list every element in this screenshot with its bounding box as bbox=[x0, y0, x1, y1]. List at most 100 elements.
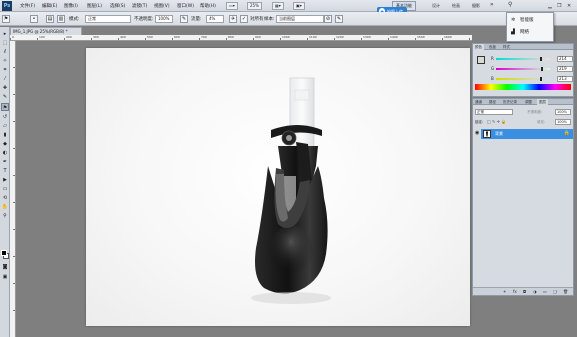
tab-color[interactable]: 颜色 bbox=[473, 44, 484, 50]
blur-tool-icon[interactable]: ◆ bbox=[1, 140, 9, 148]
quick-select-tool-icon[interactable]: ✧ bbox=[1, 57, 9, 65]
fill-input[interactable]: 100% bbox=[555, 119, 571, 125]
red-slider[interactable] bbox=[496, 57, 550, 61]
extras-icon[interactable]: ▣▾ bbox=[293, 2, 305, 10]
new-layer-icon[interactable]: ❑ bbox=[553, 289, 557, 294]
blue-value-input[interactable]: 213 bbox=[557, 76, 573, 82]
blend-mode-select[interactable]: 正常 bbox=[475, 109, 513, 115]
pressure-opacity-icon[interactable]: ✎ bbox=[180, 15, 188, 23]
gradient-tool-icon[interactable]: ▮ bbox=[1, 131, 9, 139]
blue-slider-knob[interactable] bbox=[539, 77, 542, 81]
workspace-tab-painting[interactable]: 绘画 bbox=[452, 3, 460, 9]
green-slider[interactable] bbox=[496, 67, 550, 71]
workspace-tab-photography[interactable]: 摄影 bbox=[472, 3, 480, 9]
tab-channels[interactable]: 通道 bbox=[473, 99, 484, 105]
ruler-number: 1600 bbox=[444, 35, 452, 39]
toggle-clone-source-icon[interactable]: ▥ bbox=[57, 15, 65, 23]
ignore-adjustment-icon[interactable]: ⊘ bbox=[324, 15, 332, 23]
red-value-input[interactable]: 214 bbox=[557, 56, 573, 62]
shoe-photo bbox=[251, 77, 331, 304]
menu-help[interactable]: 帮助(H) bbox=[200, 3, 216, 9]
foreground-color-swatch[interactable] bbox=[1, 250, 7, 256]
popup-item-network[interactable]: ▟ 网络 bbox=[511, 29, 529, 35]
color-spectrum-bar[interactable] bbox=[475, 84, 571, 90]
3d-rotate-tool-icon[interactable]: ⟲ bbox=[1, 194, 9, 202]
green-slider-knob[interactable] bbox=[540, 67, 543, 71]
delete-layer-icon[interactable]: 🗑 bbox=[563, 289, 568, 294]
blue-slider[interactable] bbox=[496, 77, 550, 81]
aligned-checkbox[interactable]: ✓ bbox=[240, 15, 248, 23]
menu-select[interactable]: 选择(S) bbox=[110, 3, 125, 9]
menu-window[interactable]: 窗口(W) bbox=[177, 3, 194, 9]
restore-icon[interactable]: ❐ bbox=[557, 3, 561, 9]
close-icon[interactable]: ✕ bbox=[567, 3, 571, 9]
crop-tool-icon[interactable]: ⌗ bbox=[1, 66, 9, 74]
layer-row-background[interactable]: 背景 🔒 bbox=[481, 129, 573, 139]
menu-filter[interactable]: 滤镜(T) bbox=[132, 3, 147, 9]
tab-history[interactable]: 历史记录 bbox=[501, 99, 519, 105]
green-value-input[interactable]: 219 bbox=[557, 66, 573, 72]
dodge-tool-icon[interactable]: ◐ bbox=[1, 149, 9, 157]
red-slider-knob[interactable] bbox=[539, 57, 542, 61]
toggle-brush-panel-icon[interactable]: ▤ bbox=[46, 15, 54, 23]
opacity-input[interactable]: 100% bbox=[155, 15, 173, 23]
mode-select[interactable]: 正常 bbox=[85, 15, 131, 23]
airbrush-icon[interactable]: ✈ bbox=[229, 15, 237, 23]
move-tool-icon[interactable]: ▸ bbox=[1, 30, 9, 38]
tab-styles[interactable]: 样式 bbox=[501, 44, 512, 50]
menu-edit[interactable]: 编辑(E) bbox=[42, 3, 57, 9]
quick-mask-icon[interactable]: ◙ bbox=[1, 263, 9, 271]
tab-swatches[interactable]: 色板 bbox=[487, 44, 498, 50]
history-brush-tool-icon[interactable]: ↺ bbox=[1, 113, 9, 121]
marquee-tool-icon[interactable]: ⬚ bbox=[1, 39, 9, 47]
zoom-tool-icon[interactable]: ⚲ bbox=[1, 212, 9, 220]
sample-all-label: 对所有 bbox=[250, 17, 264, 22]
menu-layer[interactable]: 图层(L) bbox=[87, 3, 102, 9]
horizontal-ruler[interactable]: 0 100 200 300 400 500 600 700 800 900 1000 1100 1200… bbox=[10, 35, 472, 41]
popup-item-smart[interactable]: ✲ 智能版 bbox=[511, 17, 534, 23]
new-group-icon[interactable]: ▭ bbox=[543, 289, 547, 294]
link-layers-icon[interactable]: ⚭ bbox=[503, 289, 506, 294]
pen-tool-icon[interactable]: ✒ bbox=[1, 158, 9, 166]
document-tab[interactable]: IMG_1.JPG @ 25%(RGB/8) * bbox=[10, 27, 82, 35]
eraser-tool-icon[interactable]: ▱ bbox=[1, 122, 9, 130]
lock-icons[interactable]: □ ✎ ✛ 🔒 bbox=[487, 119, 506, 124]
eyedropper-tool-icon[interactable]: ⁄ bbox=[1, 75, 9, 83]
flow-input[interactable]: 4% bbox=[206, 15, 224, 23]
brush-preset-icon[interactable]: • bbox=[30, 15, 38, 23]
screen-mode-tool-icon[interactable]: ▣ bbox=[1, 273, 9, 281]
more-workspaces-icon[interactable]: » bbox=[490, 1, 494, 8]
tab-adjustments[interactable]: 调整 bbox=[523, 99, 534, 105]
sample-select[interactable]: 当前图层 bbox=[276, 15, 324, 23]
menu-view[interactable]: 视图(V) bbox=[154, 3, 170, 9]
arrange-icon[interactable]: ▦▾ bbox=[272, 2, 284, 10]
eye-icon[interactable]: ◉ bbox=[475, 130, 479, 136]
clone-stamp-tool-icon[interactable]: ⚑ bbox=[1, 103, 9, 111]
shape-tool-icon[interactable]: ▭ bbox=[1, 185, 9, 193]
fx-icon[interactable]: fx bbox=[513, 289, 517, 294]
tab-paths[interactable]: 路径 bbox=[487, 99, 498, 105]
hand-tool-icon[interactable]: ✋ bbox=[1, 203, 9, 211]
stamp-tool-icon[interactable]: ⚑ bbox=[2, 15, 10, 23]
lasso-tool-icon[interactable]: ℓ bbox=[1, 48, 9, 56]
menu-image[interactable]: 图像(I) bbox=[64, 3, 78, 9]
layers-panel-tabs: 通道 路径 历史记录 调整 图层 bbox=[473, 99, 573, 105]
zoom-level[interactable]: 25% bbox=[247, 2, 262, 10]
vertical-ruler[interactable] bbox=[10, 41, 16, 337]
minimize-icon[interactable]: ▁ bbox=[548, 3, 552, 9]
path-select-tool-icon[interactable]: ▶ bbox=[1, 176, 9, 184]
menu-file[interactable]: 文件(F) bbox=[20, 3, 35, 9]
type-tool-icon[interactable]: T bbox=[1, 167, 9, 175]
document-canvas[interactable] bbox=[86, 48, 470, 326]
workspace-tab-design[interactable]: 设计 bbox=[432, 3, 440, 9]
pressure-size-icon[interactable]: ✎ bbox=[335, 15, 343, 23]
tab-layers[interactable]: 图层 bbox=[537, 99, 548, 105]
search-icon[interactable]: ⚲ bbox=[508, 1, 512, 8]
add-mask-icon[interactable]: ◘ bbox=[523, 289, 526, 294]
color-fg-swatch[interactable] bbox=[477, 56, 485, 64]
brush-tool-icon[interactable]: ✎ bbox=[1, 93, 9, 101]
layer-opacity-input[interactable]: 100% bbox=[555, 109, 571, 115]
screen-mode-icon[interactable]: ▭▾ bbox=[226, 2, 238, 10]
adjustment-layer-icon[interactable]: ◑ bbox=[533, 289, 537, 294]
healing-brush-tool-icon[interactable]: ✚ bbox=[1, 84, 9, 92]
